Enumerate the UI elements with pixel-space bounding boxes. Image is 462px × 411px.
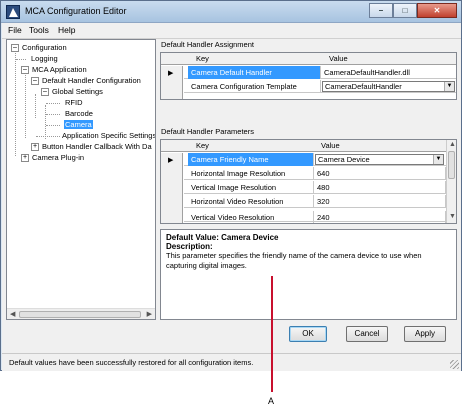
friendly-name-select[interactable]: Camera Device ▼ [315,154,444,165]
table-row[interactable]: Vertical Video Resolution 240 [184,209,446,223]
current-row-icon: ▶ [168,70,174,77]
tree-item-default-handler-configuration[interactable]: – Default Handler Configuration [7,76,155,87]
chevron-down-icon[interactable]: ▼ [433,155,443,164]
cancel-button[interactable]: Cancel [346,326,388,342]
app-window: MCA Configuration Editor – □ ✕ File Tool… [0,0,462,371]
app-icon [6,5,20,19]
tree-item-mca-application[interactable]: – MCA Application [7,65,155,76]
status-bar: Default values have been successfully re… [2,353,461,371]
configuration-template-select[interactable]: CameraDefaultHandler ▼ [322,81,455,92]
table-row[interactable]: Camera Default Handler CameraDefaultHand… [184,66,456,79]
chevron-down-icon[interactable]: ▼ [444,82,454,91]
tree-item-logging[interactable]: Logging [7,54,155,65]
table-row[interactable]: Camera Friendly Name Camera Device ▼ [184,153,446,166]
column-key[interactable]: Key [196,54,209,63]
table-row[interactable]: Horizontal Video Resolution 320 [184,195,446,208]
expand-icon[interactable]: + [21,154,29,162]
scroll-thumb[interactable] [448,151,455,179]
scroll-down-icon[interactable]: ▼ [449,213,456,220]
ok-button[interactable]: OK [289,326,327,342]
scroll-left-icon[interactable]: ◀ [10,310,15,318]
column-value[interactable]: Value [329,54,348,63]
tree-item-button-handler-callback[interactable]: + Button Handler Callback With Da [7,142,155,153]
assignment-grid-header: Key Value [161,53,456,65]
default-value-text: Default Value: Camera Device [166,233,279,242]
table-row[interactable]: Horizontal Image Resolution 640 [184,167,446,180]
parameters-section-title: Default Handler Parameters [161,127,254,136]
collapse-icon[interactable]: – [31,77,39,85]
table-row[interactable]: Camera Configuration Template CameraDefa… [184,80,456,93]
callout-line [271,276,273,392]
tree-item-barcode[interactable]: Barcode [7,109,155,120]
column-key[interactable]: Key [196,141,209,150]
tree-item-rfid[interactable]: RFID [7,98,155,109]
tree-item-configuration[interactable]: – Configuration [7,43,155,54]
resize-grip-icon[interactable] [450,360,459,369]
maximize-button[interactable]: □ [393,3,417,18]
menu-file[interactable]: File [8,25,22,35]
menu-tools[interactable]: Tools [29,25,49,35]
collapse-icon[interactable]: – [41,88,49,96]
description-panel: Default Value: Camera Device Description… [160,229,457,320]
status-text: Default values have been successfully re… [9,358,254,367]
minimize-icon: – [378,6,384,15]
description-heading: Description: [166,242,213,251]
close-button[interactable]: ✕ [417,3,457,18]
parameters-grid-header: Key Value [161,140,456,152]
expand-icon[interactable]: + [31,143,39,151]
maximize-icon: □ [402,6,408,15]
current-row-icon: ▶ [168,157,174,164]
apply-button[interactable]: Apply [404,326,446,342]
title-bar[interactable]: MCA Configuration Editor – □ ✕ [1,1,461,23]
close-icon: ✕ [433,6,441,15]
collapse-icon[interactable]: – [21,66,29,74]
description-text: This parameter specifies the friendly na… [166,251,422,270]
tree-horizontal-scrollbar[interactable]: ◀ ▶ [7,308,155,319]
window-controls: – □ ✕ [369,3,457,19]
callout-label: A [268,396,275,406]
parameters-grid[interactable]: Key Value ▶ Camera Friendly Name Camera … [160,139,457,224]
table-row[interactable]: Vertical Image Resolution 480 [184,181,446,194]
window-title: MCA Configuration Editor [25,6,127,16]
minimize-button[interactable]: – [369,3,393,18]
collapse-icon[interactable]: – [11,44,19,52]
tree-item-application-specific-settings[interactable]: Application Specific Settings [7,131,155,142]
menu-help[interactable]: Help [58,25,75,35]
assignment-section-title: Default Handler Assignment [161,40,254,49]
column-value[interactable]: Value [321,141,340,150]
scroll-up-icon[interactable]: ▲ [449,141,456,148]
assignment-grid[interactable]: Key Value ▶ Camera Default Handler Camer… [160,52,457,100]
tree-item-camera-plug-in[interactable]: + Camera Plug-in [7,153,155,164]
tree-item-global-settings[interactable]: – Global Settings [7,87,155,98]
parameters-vertical-scrollbar[interactable]: ▲ ▼ [446,140,456,223]
menu-bar: File Tools Help [2,23,461,39]
configuration-tree[interactable]: – Configuration Logging – MCA Applicatio… [6,39,156,320]
scroll-thumb[interactable] [19,311,141,318]
scroll-right-icon[interactable]: ▶ [147,310,152,318]
tree-item-camera[interactable]: Camera [7,120,155,131]
